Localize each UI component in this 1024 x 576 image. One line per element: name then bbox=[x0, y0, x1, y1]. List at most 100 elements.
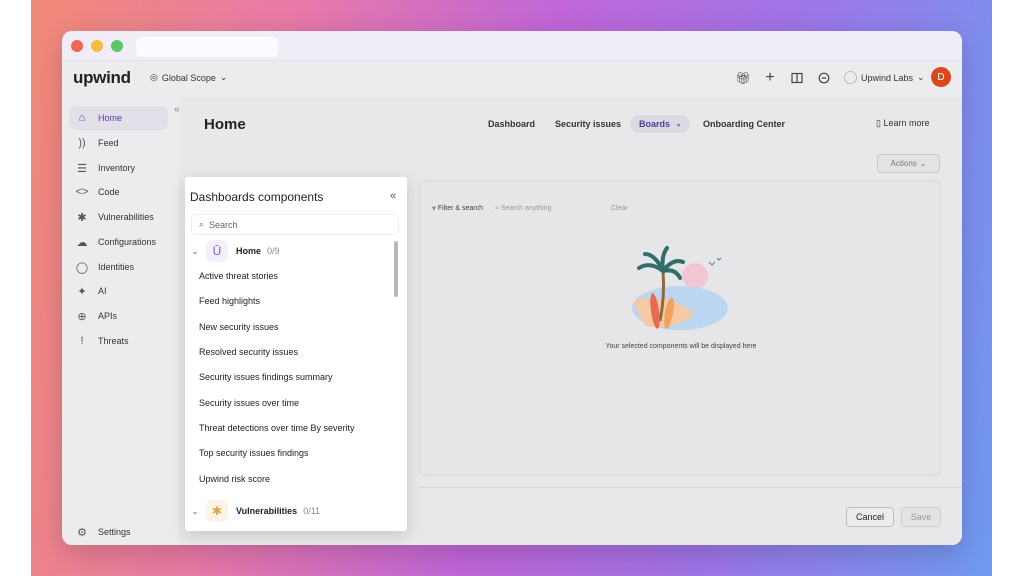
chat-icon[interactable] bbox=[816, 70, 832, 86]
board-canvas: ⩔ Filter & search ⌕ Search anything Clea… bbox=[419, 180, 941, 476]
sidebar-item-label: Threats bbox=[98, 336, 129, 346]
component-item[interactable]: Upwind risk score bbox=[199, 474, 270, 484]
tab-indicator-icon: ● bbox=[676, 122, 681, 129]
component-item[interactable]: Security issues findings summary bbox=[199, 372, 333, 382]
filter-search-button[interactable]: ⩔ Filter & search bbox=[432, 205, 483, 213]
tab-dashboard[interactable]: Dashboard bbox=[488, 119, 535, 129]
group-home[interactable]: ⌄ Ū Home 0/9 bbox=[190, 239, 280, 263]
component-item[interactable]: Security issues over time bbox=[199, 398, 299, 408]
actions-button[interactable]: Actions ⌄ bbox=[877, 154, 940, 173]
filter-icon: ⩔ bbox=[432, 205, 436, 212]
dashboard-components-panel: Dashboards components « ⌕ ⌄ Ū Home 0/9 A… bbox=[185, 177, 407, 531]
list-icon: ☰ bbox=[77, 162, 87, 175]
components-search-input[interactable] bbox=[209, 219, 390, 230]
filter-label: Filter & search bbox=[437, 205, 484, 212]
org-label: Upwind Labs bbox=[861, 72, 914, 83]
plus-icon[interactable]: + bbox=[762, 69, 778, 86]
sidebar: ⌂ Home )) Feed ☰ Inventory <> Code ✱ Vul… bbox=[62, 97, 179, 545]
sidebar-item-threats[interactable]: ! Threats bbox=[69, 329, 168, 353]
top-navigation: upwind ◎ Global Scope ⌄ 🎁︎ + Upwind Labs… bbox=[62, 61, 962, 97]
search-placeholder: Search anything bbox=[500, 205, 552, 212]
chevron-down-icon[interactable]: ⌄ bbox=[190, 507, 200, 516]
user-icon: ◯ bbox=[75, 261, 89, 274]
sidebar-item-label: Vulnerabilities bbox=[98, 212, 154, 222]
home-icon: ⌂ bbox=[78, 112, 86, 124]
sidebar-item-inventory[interactable]: ☰ Inventory bbox=[69, 156, 168, 180]
scope-icon: ◎ bbox=[150, 72, 158, 82]
book-icon[interactable] bbox=[789, 70, 805, 86]
component-item[interactable]: Resolved security issues bbox=[199, 347, 298, 357]
sidebar-item-configurations[interactable]: ☁ Configurations bbox=[69, 230, 168, 254]
sidebar-item-identities[interactable]: ◯ Identities bbox=[69, 255, 168, 279]
gift-icon[interactable]: 🎁︎ bbox=[735, 70, 751, 86]
group-name: Vulnerabilities bbox=[236, 506, 298, 516]
close-window-button[interactable] bbox=[71, 40, 83, 52]
component-item[interactable]: Top security issues findings bbox=[199, 448, 309, 458]
chevron-down-icon[interactable]: ⌄ bbox=[190, 247, 200, 256]
org-icon bbox=[844, 71, 857, 84]
sidebar-item-label: Code bbox=[98, 187, 120, 197]
upwind-logo[interactable]: upwind bbox=[73, 68, 131, 88]
component-item[interactable]: Active threat stories bbox=[199, 271, 278, 281]
sidebar-item-feed[interactable]: )) Feed bbox=[69, 131, 168, 155]
sidebar-item-label: AI bbox=[98, 286, 107, 296]
cloud-icon: ☁ bbox=[76, 236, 88, 249]
panel-scrollbar[interactable] bbox=[394, 241, 398, 297]
sidebar-item-label: Identities bbox=[98, 262, 135, 272]
chevron-down-icon: ⌄ bbox=[919, 159, 927, 168]
tab-security-issues[interactable]: Security issues bbox=[555, 119, 621, 129]
code-icon: <> bbox=[75, 186, 89, 198]
search-anything-input[interactable]: ⌕ Search anything bbox=[495, 205, 551, 213]
group-count: 0/11 bbox=[303, 506, 321, 516]
learn-more-link[interactable]: ▯ Learn more bbox=[876, 118, 930, 129]
scope-selector[interactable]: ◎ Global Scope ⌄ bbox=[150, 72, 227, 83]
feed-icon: )) bbox=[78, 137, 86, 149]
component-item[interactable]: Threat detections over time By severity bbox=[199, 423, 355, 433]
maximize-window-button[interactable] bbox=[111, 40, 123, 52]
sidebar-item-label: APIs bbox=[98, 311, 118, 321]
home-group-icon: Ū bbox=[206, 240, 228, 262]
group-name: Home bbox=[236, 246, 262, 256]
bug-icon: ✱ bbox=[77, 211, 87, 224]
chevron-down-icon: ⌄ bbox=[219, 72, 228, 82]
sidebar-item-code[interactable]: <> Code bbox=[69, 180, 168, 204]
collapse-panel-icon[interactable]: « bbox=[390, 190, 396, 202]
org-selector[interactable]: Upwind Labs ⌄ bbox=[844, 71, 925, 84]
tab-boards[interactable]: Boards ● bbox=[630, 115, 690, 133]
window-titlebar bbox=[62, 31, 962, 61]
component-item[interactable]: Feed highlights bbox=[199, 296, 260, 306]
group-count: 0/9 bbox=[267, 246, 280, 256]
sidebar-item-label: Settings bbox=[98, 527, 131, 537]
tab-onboarding-center[interactable]: Onboarding Center bbox=[703, 119, 785, 129]
empty-state-message: Your selected components will be display… bbox=[605, 343, 757, 350]
sidebar-item-home[interactable]: ⌂ Home bbox=[69, 106, 168, 130]
save-button[interactable]: Save bbox=[901, 507, 941, 527]
component-item[interactable]: New security issues bbox=[199, 322, 279, 332]
tab-label: Boards bbox=[639, 119, 671, 129]
page-title: Home bbox=[204, 116, 246, 133]
chevron-down-icon: ⌄ bbox=[917, 72, 925, 82]
sparkle-icon: ✦ bbox=[77, 285, 87, 298]
globe-icon: ⊕ bbox=[77, 310, 87, 323]
clear-button[interactable]: Clear bbox=[611, 205, 628, 212]
search-icon: ⌕ bbox=[199, 219, 205, 229]
book-icon: ▯ bbox=[876, 118, 881, 128]
avatar[interactable]: D bbox=[931, 67, 951, 87]
group-vulnerabilities[interactable]: ⌄ ✱ Vulnerabilities 0/11 bbox=[190, 499, 320, 523]
sidebar-item-label: Configurations bbox=[98, 237, 157, 247]
sidebar-item-label: Feed bbox=[98, 138, 119, 148]
sidebar-item-label: Home bbox=[98, 113, 123, 123]
sidebar-item-ai[interactable]: ✦ AI bbox=[69, 279, 168, 303]
sidebar-item-settings[interactable]: ⚙ Settings bbox=[69, 520, 168, 544]
beach-illustration bbox=[632, 246, 728, 330]
footer-divider bbox=[419, 487, 962, 488]
address-bar[interactable] bbox=[136, 37, 278, 57]
exclamation-icon: ! bbox=[80, 335, 84, 347]
actions-label: Actions bbox=[890, 159, 917, 168]
cancel-button[interactable]: Cancel bbox=[846, 507, 894, 527]
minimize-window-button[interactable] bbox=[91, 40, 103, 52]
sidebar-item-apis[interactable]: ⊕ APIs bbox=[69, 304, 168, 328]
sidebar-item-vulnerabilities[interactable]: ✱ Vulnerabilities bbox=[69, 205, 168, 229]
components-search-field[interactable]: ⌕ bbox=[191, 214, 399, 235]
sliders-icon: ⚙ bbox=[77, 526, 87, 539]
